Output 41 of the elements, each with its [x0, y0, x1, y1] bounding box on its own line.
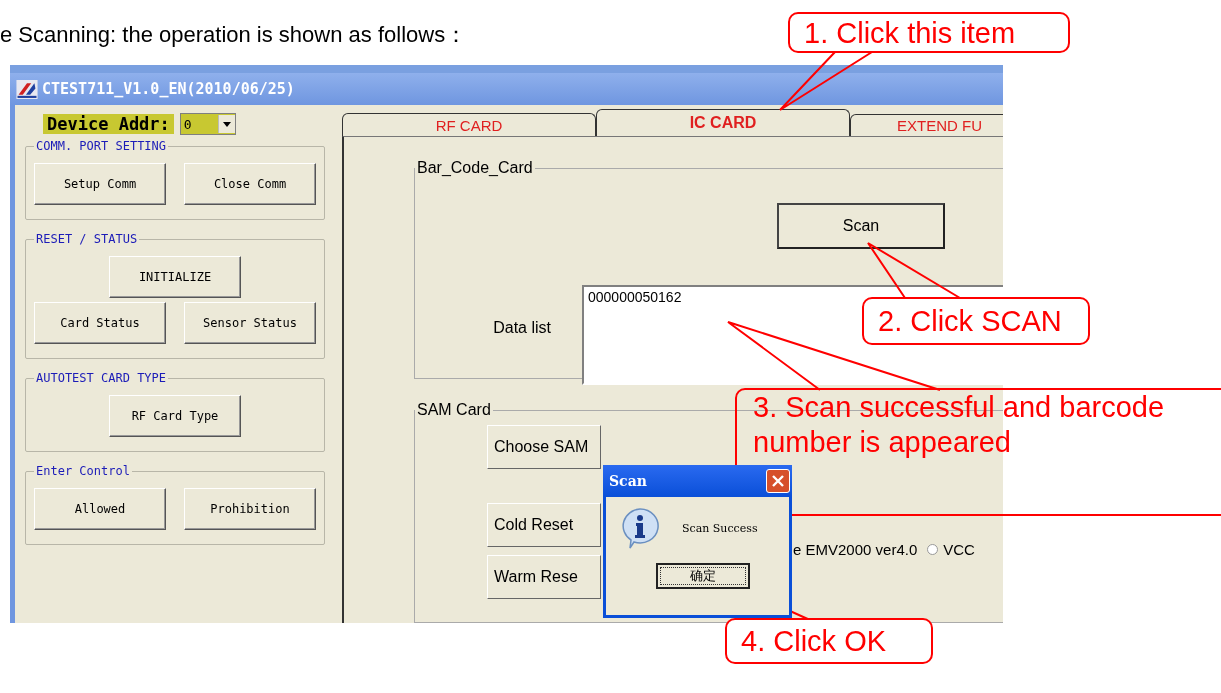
group-title: Bar_Code_Card: [416, 159, 534, 177]
group-title: SAM Card: [416, 401, 492, 419]
group-title: RESET / STATUS: [35, 232, 139, 246]
callout-text: 1. Click this item: [788, 12, 1070, 53]
close-button[interactable]: [766, 469, 790, 493]
device-addr-label: Device Addr:: [43, 114, 174, 134]
sam-button[interactable]: Choose SAM: [487, 425, 601, 469]
data-list-label: Data list: [492, 318, 551, 337]
option-label: e EMV2000 ver4.0: [793, 540, 918, 558]
sam-button[interactable]: Warm Rese: [487, 555, 601, 599]
callout-text: 3. Scan successful and barcode number is appeared: [735, 388, 1221, 516]
caret-icon: [222, 121, 231, 127]
vcc-radio[interactable]: VCC: [927, 540, 975, 558]
panel-button[interactable]: Close Comm: [184, 163, 316, 205]
group-title: COMM. PORT SETTING: [35, 139, 168, 153]
caption-text: e Scanning: the operation is shown as follows：: [0, 21, 468, 48]
ok-button[interactable]: 确定: [655, 563, 750, 589]
panel-button[interactable]: Allowed: [34, 488, 166, 530]
dialog-message: Scan Success: [682, 521, 758, 535]
panel-button[interactable]: RF Card Type: [109, 395, 241, 437]
panel-button[interactable]: Card Status: [34, 302, 166, 344]
callout-text: 2. Click SCAN: [862, 297, 1090, 345]
panel-button[interactable]: Prohibition: [184, 488, 316, 530]
device-addr-dropdown[interactable]: 0: [179, 113, 236, 135]
group-title: AUTOTEST CARD TYPE: [35, 371, 168, 385]
app-logo-icon: [16, 79, 38, 99]
dialog-title: Scan: [609, 473, 647, 489]
group-title: Enter Control: [35, 464, 131, 478]
panel-button[interactable]: Sensor Status: [184, 302, 316, 344]
info-icon: [620, 507, 660, 549]
radio-button[interactable]: [927, 543, 939, 555]
window-title: CTEST711_V1.0_EN(2010/06/25): [42, 80, 295, 98]
tab[interactable]: EXTEND FU: [850, 114, 1003, 136]
panel-button[interactable]: INITIALIZE: [109, 256, 241, 298]
sam-button[interactable]: Cold Reset: [487, 503, 601, 547]
tab[interactable]: IC CARD: [596, 109, 850, 136]
panel-button[interactable]: Setup Comm: [34, 163, 166, 205]
tab[interactable]: RF CARD: [342, 113, 596, 136]
callout-text: 4. Click OK: [725, 618, 933, 664]
close-icon: [772, 475, 784, 487]
scan-button[interactable]: Scan: [777, 203, 945, 249]
